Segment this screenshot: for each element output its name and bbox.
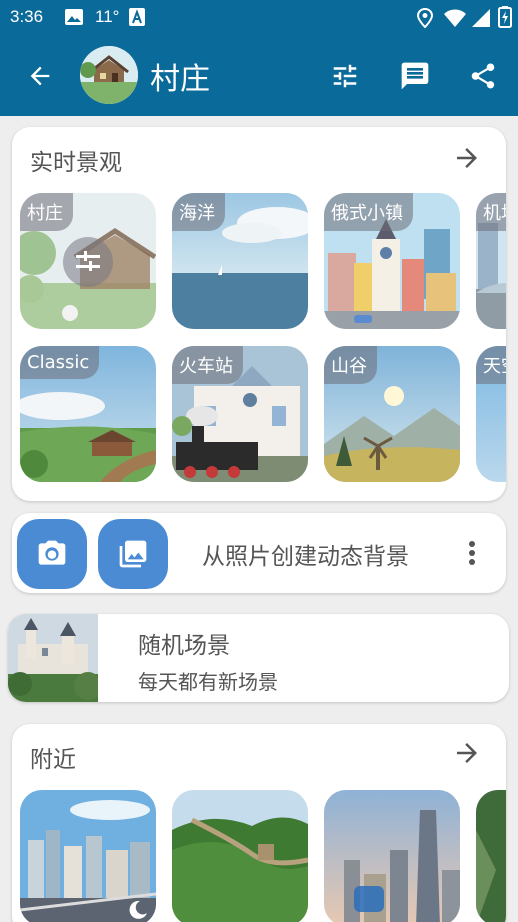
live-scenes-card: 实时景观 村庄 海洋 俄式小镇 机 Classic 火车站 山谷 天 (12, 127, 506, 501)
image-icon (65, 9, 83, 25)
a-icon (129, 8, 145, 26)
nearby-title: 附近 (30, 747, 76, 773)
status-time: 3:36 (10, 7, 44, 26)
scene-tile-valley[interactable]: 山谷 (324, 346, 460, 482)
village-thumbnail (80, 46, 138, 104)
scene-tile-village[interactable]: 村庄 (20, 193, 156, 329)
skyline-scene-image (324, 790, 460, 922)
great-wall-scene-image (172, 790, 308, 922)
location-icon (416, 8, 434, 28)
message-button[interactable] (395, 56, 435, 96)
nearby-tile-city[interactable] (20, 790, 156, 922)
moon-icon (129, 900, 147, 919)
page-title: 村庄 (150, 62, 210, 97)
scene-tile-airport[interactable]: 机场 (476, 193, 506, 329)
app-bar: 村庄 (0, 34, 518, 116)
scene-label: 天空 (476, 346, 506, 384)
scene-label: 火车站 (172, 346, 243, 384)
scene-label: 山谷 (324, 346, 377, 384)
battery-icon (498, 6, 512, 28)
more-vert-icon (469, 541, 475, 565)
live-scenes-more-button[interactable] (452, 143, 482, 177)
camera-button[interactable] (17, 519, 87, 589)
random-scene-card[interactable]: 随机场景 每天都有新场景 (8, 614, 509, 702)
signal-icon (472, 9, 490, 27)
nearby-tile-mountain[interactable] (476, 790, 506, 922)
random-scene-subtitle: 每天都有新场景 (138, 670, 278, 694)
back-button[interactable] (20, 56, 60, 96)
random-scene-title: 随机场景 (138, 633, 230, 659)
avatar[interactable] (80, 46, 138, 104)
scene-label: 海洋 (172, 193, 225, 231)
scene-label: 机场 (476, 193, 506, 231)
wifi-icon (444, 9, 466, 27)
tune-button[interactable] (325, 56, 365, 96)
nearby-card: 附近 (12, 724, 506, 922)
arrow-forward-icon (457, 743, 477, 763)
share-icon (471, 63, 495, 89)
camera-icon (38, 540, 66, 565)
status-bar: 3:36 11° (0, 0, 518, 34)
message-icon (401, 62, 429, 90)
arrow-back-icon (30, 66, 50, 86)
scene-tile-classic[interactable]: Classic (20, 346, 156, 482)
scene-tile-ocean[interactable]: 海洋 (172, 193, 308, 329)
nearby-more-button[interactable] (452, 738, 482, 772)
nearby-tile-great-wall[interactable] (172, 790, 308, 922)
scene-tile-sky[interactable]: 天空 (476, 346, 506, 482)
more-options-button[interactable] (458, 535, 486, 571)
create-from-photo-card: 从照片创建动态背景 (12, 513, 506, 593)
arrow-forward-icon (457, 148, 477, 168)
live-scenes-title: 实时景观 (30, 150, 122, 176)
gallery-button[interactable] (98, 519, 168, 589)
scene-label: 村庄 (20, 193, 73, 231)
castle-image (8, 614, 98, 702)
scene-label: 俄式小镇 (324, 193, 413, 231)
scene-tile-train-station[interactable]: 火车站 (172, 346, 308, 482)
tune-icon (333, 64, 357, 88)
create-from-photo-label[interactable]: 从照片创建动态背景 (202, 537, 409, 571)
photo-library-icon (119, 540, 147, 568)
mountain-scene-image (476, 790, 506, 922)
scene-label: Classic (20, 346, 100, 379)
status-temperature: 11° (95, 7, 120, 26)
share-button[interactable] (463, 56, 503, 96)
nearby-tile-skyline[interactable] (324, 790, 460, 922)
scene-tile-russian-town[interactable]: 俄式小镇 (324, 193, 460, 329)
